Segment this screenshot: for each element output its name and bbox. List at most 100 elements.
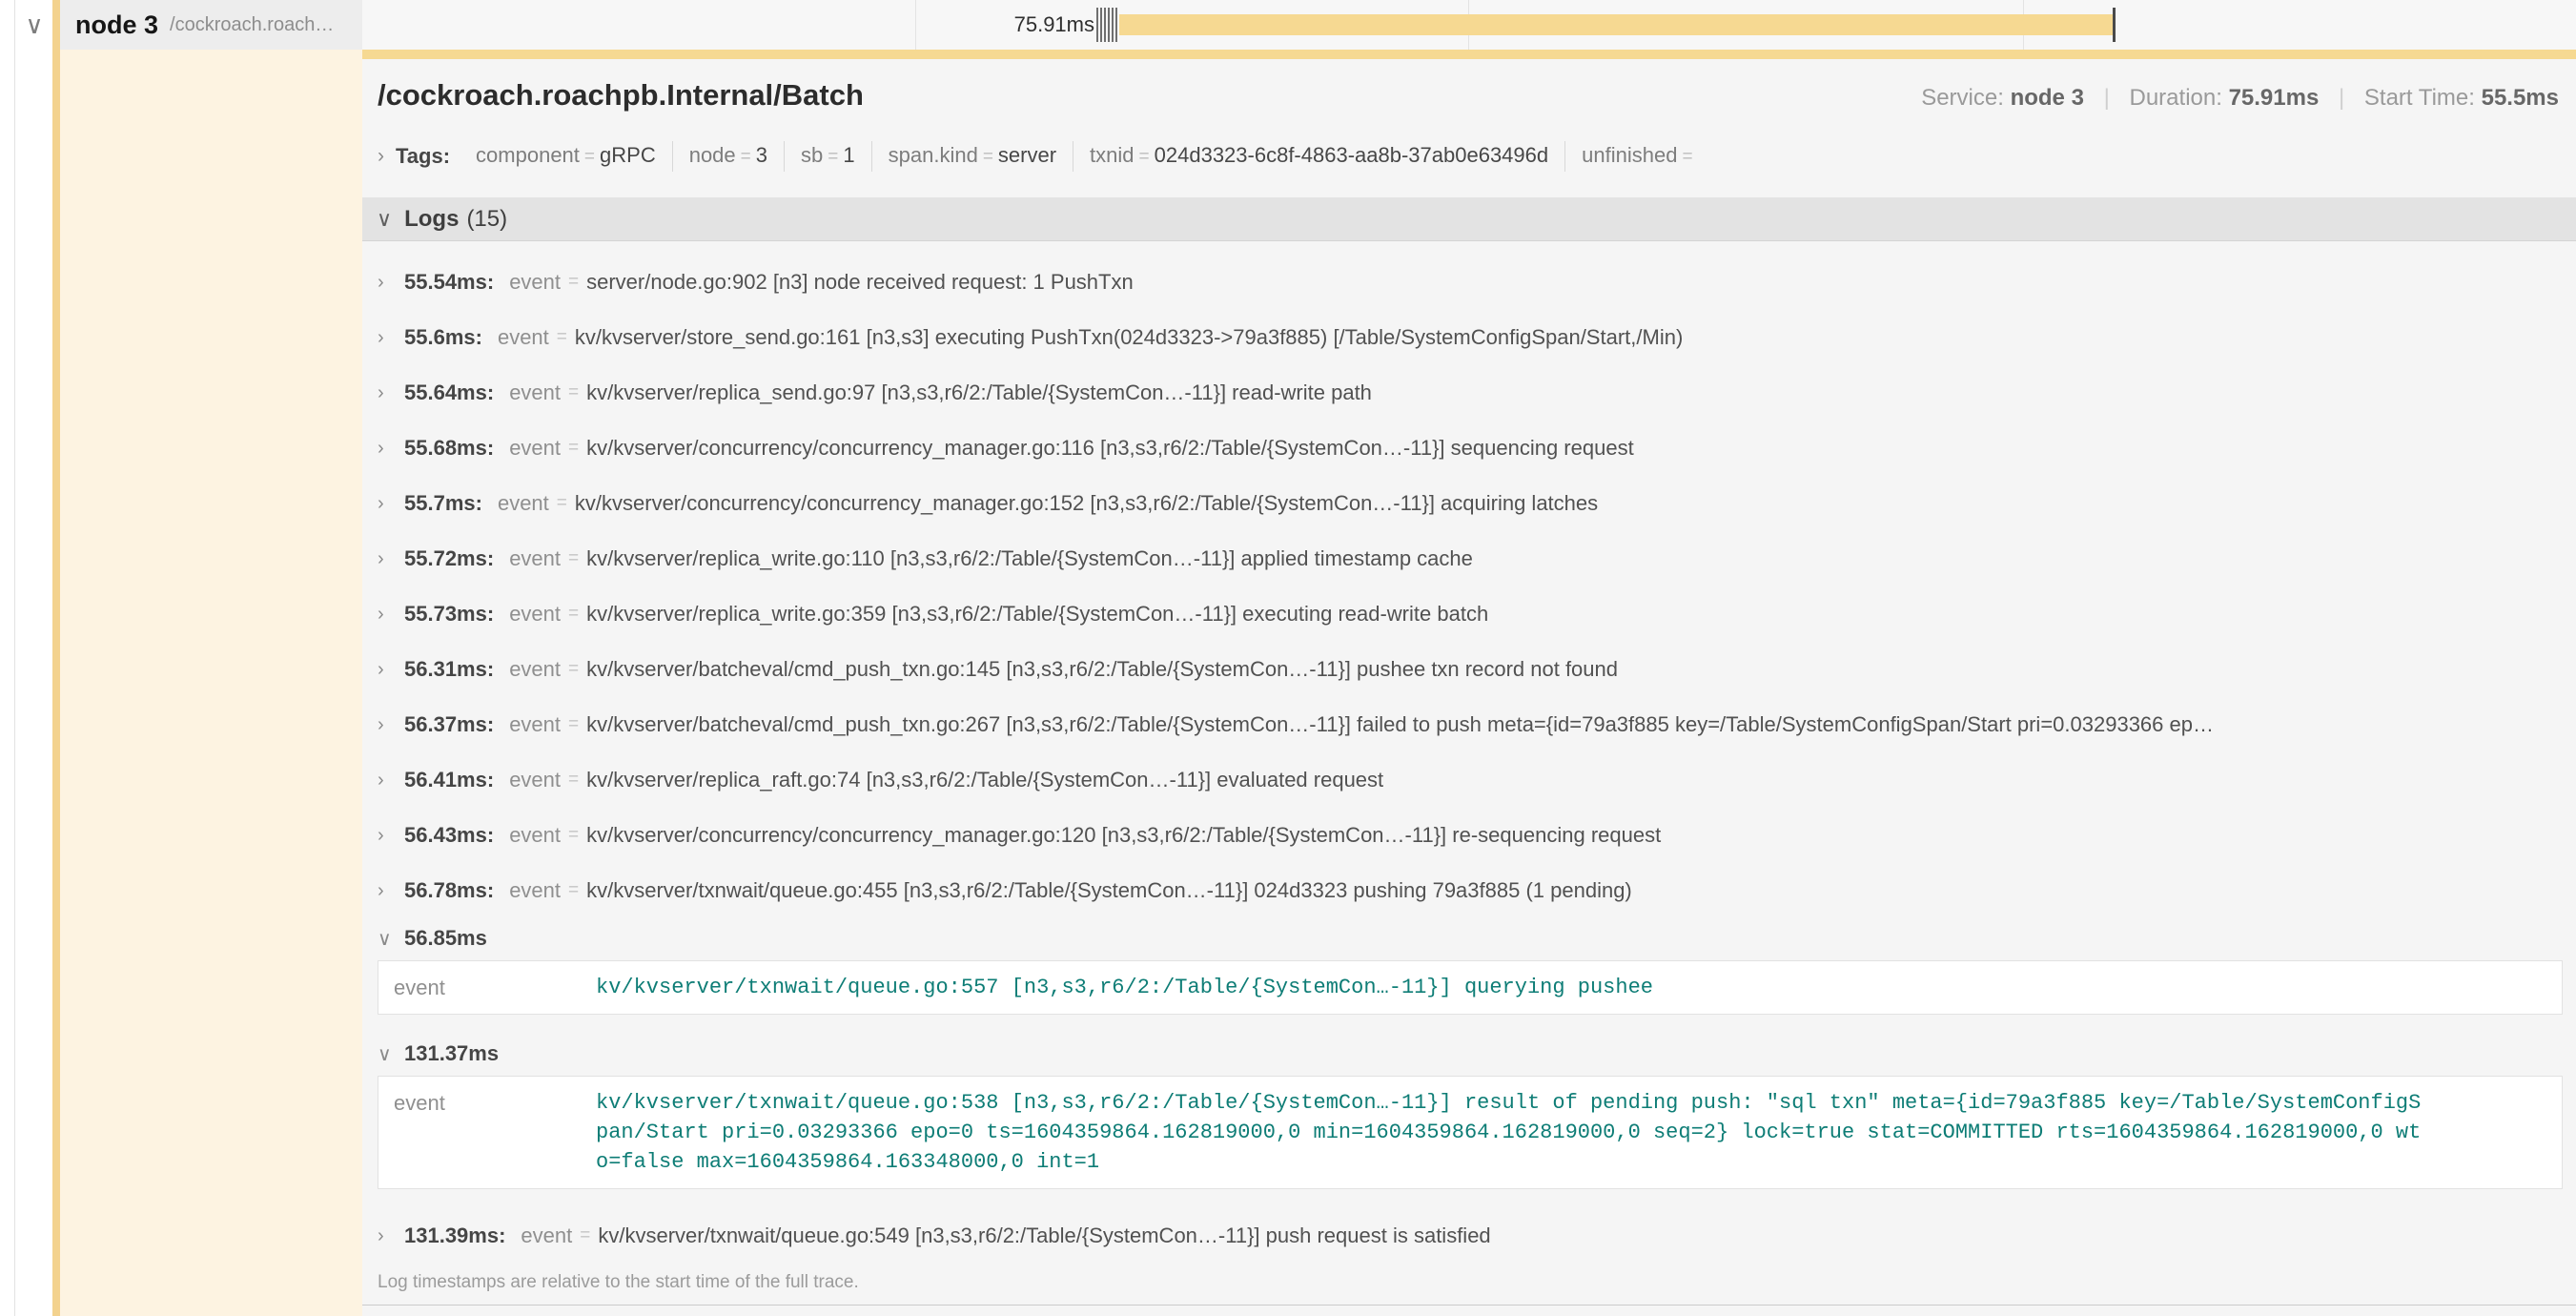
tag-item: unfinished= [1564,141,1713,172]
log-row-chevron-icon[interactable]: › [378,548,399,570]
log-message: kv/kvserver/concurrency/concurrency_mana… [575,491,2576,516]
tag-equals: = [828,147,838,167]
merged-span-ticks [1096,8,1119,42]
span-detail-left-column [60,50,362,1316]
log-row[interactable]: › 55.64ms: event = kv/kvserver/replica_s… [362,365,2576,421]
log-row[interactable]: › 55.7ms: event = kv/kvserver/concurrenc… [362,476,2576,531]
logs-footer-note: Log timestamps are relative to the start… [362,1264,2576,1305]
logs-header-label: Logs [404,206,459,233]
log-field-key: event [509,436,561,461]
log-row-chevron-icon[interactable]: › [378,327,399,349]
log-row-chevron-icon[interactable]: › [378,272,399,294]
tag-key: txnid [1090,143,1134,167]
log-row[interactable]: › 56.37ms: event = kv/kvserver/batcheval… [362,697,2576,752]
left-gutter [0,0,15,1316]
duration-label: Duration: [2130,85,2222,111]
span-name-tab[interactable]: node 3 /cockroach.roach… [60,0,362,50]
log-field-equals: = [568,825,579,846]
log-row-chevron-icon[interactable]: › [378,659,399,681]
tag-value: gRPC [600,143,656,167]
tag-equals: = [983,147,993,167]
log-row[interactable]: › 56.41ms: event = kv/kvserver/replica_r… [362,752,2576,808]
meta-separator: | [2104,85,2110,111]
log-row-chevron-icon[interactable]: › [378,825,399,847]
log-timestamp: 55.68ms: [404,436,494,461]
logs-accordion-header[interactable]: ∨ Logs (15) [362,197,2576,241]
log-row-chevron-icon[interactable]: › [378,493,399,515]
log-field-value: kv/kvserver/txnwait/queue.go:538 [n3,s3,… [596,1088,2426,1177]
log-field-key: event [509,768,561,792]
tag-value: 1 [843,143,854,167]
log-field-key: event [509,823,561,848]
log-message: server/node.go:902 [n3] node received re… [586,270,2576,295]
span-meta: Service: node 3 | Duration: 75.91ms | St… [1921,85,2559,112]
log-row[interactable]: › 55.6ms: event = kv/kvserver/store_send… [362,310,2576,365]
log-row[interactable]: › 131.39ms: event = kv/kvserver/txnwait/… [362,1208,2576,1264]
logs-count: (15) [466,206,507,233]
log-message: kv/kvserver/txnwait/queue.go:455 [n3,s3,… [586,878,2576,903]
log-timestamp: 55.64ms: [404,380,494,405]
span-detail-header: /cockroach.roachpb.Internal/Batch Servic… [362,59,2576,124]
tag-equals: = [584,147,595,167]
tags-expand-chevron-icon[interactable]: › [378,145,384,168]
tag-item: txnid=024d3323-6c8f-4863-aa8b-37ab0e6349… [1073,141,1564,172]
log-row[interactable]: › 56.78ms: event = kv/kvserver/txnwait/q… [362,863,2576,918]
log-row-chevron-icon[interactable]: › [378,880,399,902]
log-field-equals: = [568,880,579,901]
log-row-chevron-icon[interactable]: › [378,770,399,792]
log-row[interactable]: › 56.31ms: event = kv/kvserver/batcheval… [362,642,2576,697]
log-row[interactable]: › 56.43ms: event = kv/kvserver/concurren… [362,808,2576,863]
log-field-key: event [509,546,561,571]
log-message: kv/kvserver/replica_write.go:359 [n3,s3,… [586,602,2576,627]
log-field-equals: = [568,659,579,680]
log-row-expanded-header[interactable]: ∨ 131.37ms [362,1034,2576,1074]
log-row-chevron-icon[interactable]: ∨ [378,927,399,951]
collapse-span-chevron-icon[interactable]: ∨ [16,8,52,42]
start-time-value: 55.5ms [2482,85,2559,111]
log-field-equals: = [568,272,579,293]
log-row[interactable]: › 55.72ms: event = kv/kvserver/replica_w… [362,531,2576,586]
log-detail-box: event kv/kvserver/txnwait/queue.go:538 [… [378,1076,2563,1189]
panel-bottom-divider [362,1305,2576,1306]
tag-item: sb=1 [784,141,871,172]
log-message: kv/kvserver/store_send.go:161 [n3,s3] ex… [575,325,2576,350]
log-timestamp: 56.37ms: [404,712,494,737]
duration-value: 75.91ms [2229,85,2320,111]
tag-equals: = [741,147,751,167]
log-field-key: event [509,878,561,903]
tags-list: component=gRPC node=3 sb=1 span.kind=ser… [460,141,1714,172]
log-timestamp: 56.41ms: [404,768,494,792]
log-row-chevron-icon[interactable]: › [378,604,399,626]
log-field-equals: = [568,604,579,625]
log-field-equals: = [568,438,579,459]
log-timestamp: 56.85ms [404,926,487,951]
log-row-expanded-header[interactable]: ∨ 56.85ms [362,918,2576,958]
log-field-value: kv/kvserver/txnwait/queue.go:557 [n3,s3,… [596,973,1653,1002]
tag-item: node=3 [672,141,784,172]
span-detail-panel: /cockroach.roachpb.Internal/Batch Servic… [362,59,2576,1316]
log-row-chevron-icon[interactable]: › [378,382,399,404]
tag-key: span.kind [889,143,978,167]
tags-label[interactable]: Tags: [396,144,450,169]
log-row[interactable]: › 55.73ms: event = kv/kvserver/replica_w… [362,586,2576,642]
log-field-equals: = [557,493,567,514]
span-end-tick [2113,8,2116,42]
log-row-chevron-icon[interactable]: › [378,438,399,460]
log-row[interactable]: › 55.54ms: event = server/node.go:902 [n… [362,255,2576,310]
log-row-chevron-icon[interactable]: ∨ [378,1042,399,1066]
log-row-chevron-icon[interactable]: › [378,1225,399,1247]
log-field-key: event [498,325,549,350]
log-message: kv/kvserver/replica_send.go:97 [n3,s3,r6… [586,380,2576,405]
log-row[interactable]: › 55.68ms: event = kv/kvserver/concurren… [362,421,2576,476]
log-field-key: event [394,1088,596,1116]
log-message: kv/kvserver/concurrency/concurrency_mana… [586,823,2576,848]
selected-span-band [362,50,2576,59]
span-service-name: node 3 [75,10,158,40]
service-value: node 3 [2011,85,2084,111]
log-timestamp: 55.6ms: [404,325,482,350]
log-timestamp: 131.37ms [404,1041,499,1066]
log-message: kv/kvserver/txnwait/queue.go:549 [n3,s3,… [598,1223,2576,1248]
log-timestamp: 55.7ms: [404,491,482,516]
log-row-chevron-icon[interactable]: › [378,714,399,736]
span-duration-bar[interactable] [1119,14,2113,35]
